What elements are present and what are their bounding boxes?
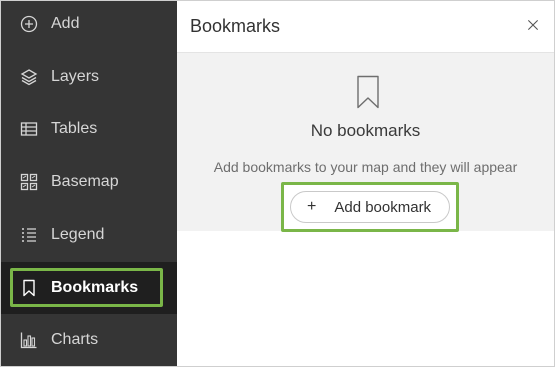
sidebar-item-label: Bookmarks xyxy=(51,279,139,296)
sidebar-item-bookmarks[interactable]: Bookmarks xyxy=(1,262,177,314)
plus-circle-icon xyxy=(20,15,38,33)
layers-icon xyxy=(20,68,38,86)
bookmarks-panel: Bookmarks No bookmarks Add bookmarks to … xyxy=(177,1,554,366)
close-icon xyxy=(527,19,539,31)
sidebar-item-layers[interactable]: Layers xyxy=(1,51,177,103)
sidebar-item-label: Legend xyxy=(51,226,105,243)
app-frame: Add Layers Tables Basemap Legend Bookmar… xyxy=(0,0,555,367)
sidebar-item-label: Tables xyxy=(51,120,98,137)
bookmark-icon xyxy=(357,75,379,109)
bookmark-icon xyxy=(20,279,38,297)
add-bookmark-button[interactable]: + Add bookmark xyxy=(290,191,450,223)
sidebar-item-label: Layers xyxy=(51,68,100,85)
sidebar-item-add[interactable]: Add xyxy=(1,1,177,50)
sidebar-item-label: Add xyxy=(51,15,80,32)
close-button[interactable] xyxy=(524,16,542,34)
table-icon xyxy=(20,120,38,138)
basemap-icon xyxy=(20,173,38,191)
sidebar-item-basemap[interactable]: Basemap xyxy=(1,156,177,208)
sidebar-item-legend[interactable]: Legend xyxy=(1,209,177,261)
sidebar-item-label: Charts xyxy=(51,331,99,348)
empty-title: No bookmarks xyxy=(310,121,421,140)
panel-title: Bookmarks xyxy=(190,16,281,36)
panel-header: Bookmarks xyxy=(177,1,554,53)
chart-icon xyxy=(20,331,38,349)
sidebar-item-label: Basemap xyxy=(51,173,119,190)
plus-icon: + xyxy=(307,198,317,215)
add-bookmark-label: Add bookmark xyxy=(334,198,432,216)
sidebar: Add Layers Tables Basemap Legend Bookmar… xyxy=(1,1,177,366)
highlight-box: + Add bookmark xyxy=(281,182,459,232)
legend-icon xyxy=(20,226,38,244)
sidebar-item-charts[interactable]: Charts xyxy=(1,314,177,366)
sidebar-item-tables[interactable]: Tables xyxy=(1,103,177,155)
